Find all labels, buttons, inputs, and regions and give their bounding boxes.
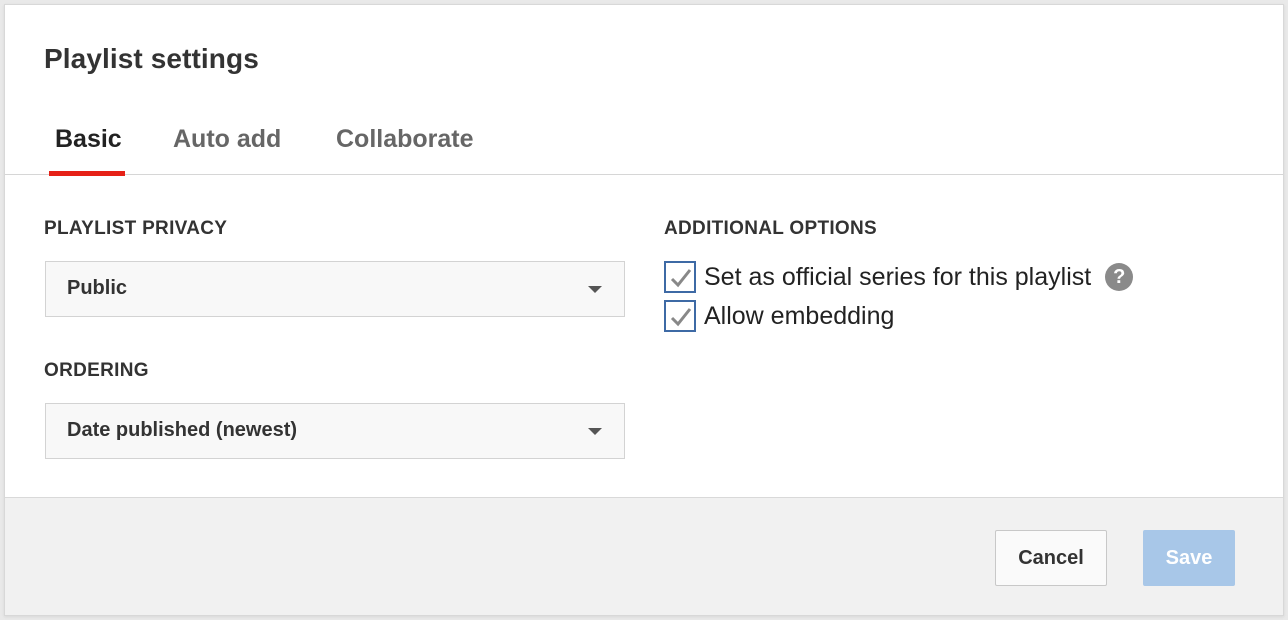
official-series-checkbox[interactable] (664, 261, 696, 293)
privacy-select[interactable]: Public (45, 261, 625, 317)
additional-options-label: ADDITIONAL OPTIONS (664, 218, 877, 239)
tab-basic-label: Basic (55, 125, 122, 153)
checkmark-icon (670, 308, 692, 327)
privacy-section-label: PLAYLIST PRIVACY (44, 218, 228, 239)
official-series-option[interactable]: Set as official series for this playlist… (664, 260, 1134, 294)
save-button[interactable]: Save (1143, 530, 1235, 586)
help-icon[interactable]: ? (1105, 263, 1134, 291)
allow-embedding-checkbox[interactable] (664, 300, 696, 332)
checkmark-icon (670, 269, 692, 288)
active-tab-indicator (49, 171, 125, 176)
playlist-settings-dialog: Playlist settings Basic Auto add Collabo… (4, 4, 1284, 616)
dialog-title: Playlist settings (44, 43, 259, 74)
cancel-button[interactable]: Cancel (995, 530, 1107, 586)
tab-auto-add-label: Auto add (173, 125, 282, 153)
dialog-footer: Cancel Save (5, 497, 1283, 615)
ordering-section-label: ORDERING (44, 360, 149, 381)
dropdown-arrow-icon (588, 428, 602, 435)
tab-basic[interactable]: Basic (49, 125, 125, 176)
ordering-selected-value: Date published (newest) (67, 419, 298, 441)
official-series-label: Set as official series for this playlist (704, 262, 1092, 291)
tab-collaborate[interactable]: Collaborate (336, 125, 474, 175)
ordering-select[interactable]: Date published (newest) (45, 403, 625, 459)
tab-auto-add[interactable]: Auto add (173, 125, 281, 175)
allow-embedding-option[interactable]: Allow embedding (664, 299, 894, 333)
tab-bar: Basic Auto add Collaborate (5, 113, 1283, 176)
tab-collaborate-label: Collaborate (336, 125, 474, 153)
privacy-selected-value: Public (67, 277, 128, 299)
allow-embedding-label: Allow embedding (704, 301, 895, 330)
dropdown-arrow-icon (588, 286, 602, 293)
